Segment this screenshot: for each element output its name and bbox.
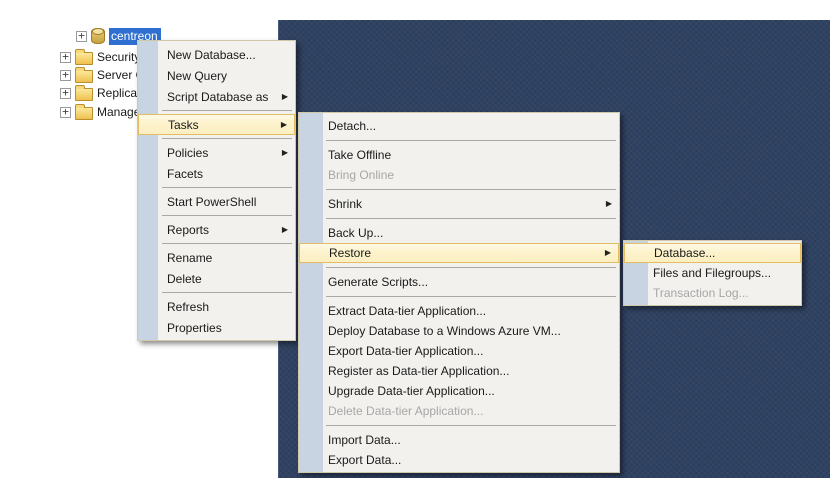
folder-icon — [75, 52, 93, 65]
menu-item-label: Extract Data-tier Application... — [328, 304, 486, 318]
menu-item-reports[interactable]: Reports ▶ — [138, 219, 295, 240]
menu-item-label: Database... — [654, 246, 715, 260]
expand-icon[interactable]: + — [60, 70, 71, 81]
menu-item-label: Export Data... — [328, 453, 401, 467]
submenu-arrow-icon: ▶ — [269, 121, 287, 129]
menu-item-transaction-log: Transaction Log... — [624, 283, 801, 303]
menu-item-script-database-as[interactable]: Script Database as▶ — [138, 86, 295, 107]
restore-submenu: Database... Files and Filegroups... Transa… — [623, 240, 802, 306]
menu-item-label: Upgrade Data-tier Application... — [328, 384, 495, 398]
menu-separator — [162, 110, 292, 111]
menu-item-label: Policies — [167, 146, 208, 160]
menu-item-label: New Query — [167, 69, 227, 83]
menu-item-label: Tasks — [168, 118, 199, 132]
tree-item-security[interactable]: + Security — [60, 49, 140, 65]
menu-item-label: Script Database as — [167, 90, 268, 104]
menu-item-label: Deploy Database to a Windows Azure VM... — [328, 324, 561, 338]
menu-separator — [162, 187, 292, 188]
menu-item-new-database[interactable]: New Database... — [138, 44, 295, 65]
menu-item-refresh[interactable]: Refresh — [138, 296, 295, 317]
tree-item-label: Security — [97, 50, 140, 64]
menu-item-delete[interactable]: Delete — [138, 268, 295, 289]
menu-item-label: Shrink — [328, 197, 362, 211]
menu-separator — [326, 296, 616, 297]
menu-item-label: Back Up... — [328, 226, 383, 240]
menu-item-label: Take Offline — [328, 148, 391, 162]
submenu-arrow-icon: ▶ — [593, 249, 611, 257]
menu-item-new-query[interactable]: New Query — [138, 65, 295, 86]
folder-icon — [75, 88, 93, 101]
menu-separator — [326, 189, 616, 190]
menu-separator — [162, 138, 292, 139]
menu-separator — [326, 425, 616, 426]
menu-item-export-data[interactable]: Export Data... — [299, 450, 619, 470]
menu-item-tasks[interactable]: Tasks ▶ — [138, 114, 295, 135]
ssms-window: + centreon + Security + Server Objects +… — [0, 0, 830, 478]
menu-item-facets[interactable]: Facets — [138, 163, 295, 184]
menu-item-extract-data-tier-application[interactable]: Extract Data-tier Application... — [299, 301, 619, 321]
menu-item-label: Bring Online — [328, 168, 394, 182]
menu-item-label: Generate Scripts... — [328, 275, 428, 289]
menu-item-register-as-data-tier-application[interactable]: Register as Data-tier Application... — [299, 361, 619, 381]
menu-item-properties[interactable]: Properties — [138, 317, 295, 338]
menu-item-label: Start PowerShell — [167, 195, 256, 209]
expand-icon[interactable]: + — [60, 52, 71, 63]
expand-icon[interactable]: + — [60, 107, 71, 118]
menu-item-generate-scripts[interactable]: Generate Scripts... — [299, 272, 619, 292]
database-icon — [91, 28, 105, 44]
menu-item-label: Export Data-tier Application... — [328, 344, 483, 358]
menu-item-delete-data-tier-application: Delete Data-tier Application... — [299, 401, 619, 421]
menu-item-label: Refresh — [167, 300, 209, 314]
folder-icon — [75, 70, 93, 83]
menu-item-label: Restore — [329, 246, 371, 260]
menu-item-label: Facets — [167, 167, 203, 181]
submenu-arrow-icon: ▶ — [270, 93, 288, 101]
context-menu: New Database... New Query Script Database … — [137, 40, 296, 341]
menu-item-label: Import Data... — [328, 433, 401, 447]
menu-item-database[interactable]: Database... — [624, 243, 801, 263]
menu-item-label: Rename — [167, 251, 212, 265]
menu-item-label: Files and Filegroups... — [653, 266, 771, 280]
menu-separator — [162, 292, 292, 293]
menu-separator — [326, 140, 616, 141]
menu-item-files-and-filegroups[interactable]: Files and Filegroups... — [624, 263, 801, 283]
menu-separator — [326, 218, 616, 219]
menu-item-label: Delete — [167, 272, 202, 286]
menu-separator — [162, 215, 292, 216]
menu-item-import-data[interactable]: Import Data... — [299, 430, 619, 450]
menu-item-start-powershell[interactable]: Start PowerShell — [138, 191, 295, 212]
menu-item-label: Delete Data-tier Application... — [328, 404, 483, 418]
menu-item-back-up[interactable]: Back Up... — [299, 223, 619, 243]
menu-separator — [162, 243, 292, 244]
menu-item-policies[interactable]: Policies ▶ — [138, 142, 295, 163]
menu-item-deploy-database-to-a-windows-azure-vm[interactable]: Deploy Database to a Windows Azure VM... — [299, 321, 619, 341]
menu-item-upgrade-data-tier-application[interactable]: Upgrade Data-tier Application... — [299, 381, 619, 401]
menu-item-label: Detach... — [328, 119, 376, 133]
menu-item-take-offline[interactable]: Take Offline — [299, 145, 619, 165]
submenu-arrow-icon: ▶ — [270, 226, 288, 234]
menu-item-label: Register as Data-tier Application... — [328, 364, 509, 378]
menu-item-label: Properties — [167, 321, 222, 335]
menu-item-shrink[interactable]: Shrink ▶ — [299, 194, 619, 214]
tasks-submenu: Detach... Take Offline Bring Online Shrink ▶… — [298, 112, 620, 473]
submenu-arrow-icon: ▶ — [594, 200, 612, 208]
expand-icon[interactable]: + — [76, 31, 87, 42]
expand-icon[interactable]: + — [60, 88, 71, 99]
menu-item-bring-online: Bring Online — [299, 165, 619, 185]
menu-item-label: New Database... — [167, 48, 256, 62]
menu-item-detach[interactable]: Detach... — [299, 116, 619, 136]
menu-item-label: Reports — [167, 223, 209, 237]
menu-item-rename[interactable]: Rename — [138, 247, 295, 268]
submenu-arrow-icon: ▶ — [270, 149, 288, 157]
menu-separator — [326, 267, 616, 268]
folder-icon — [75, 107, 93, 120]
menu-item-label: Transaction Log... — [653, 286, 749, 300]
menu-item-export-data-tier-application[interactable]: Export Data-tier Application... — [299, 341, 619, 361]
menu-item-restore[interactable]: Restore ▶ — [299, 243, 619, 263]
